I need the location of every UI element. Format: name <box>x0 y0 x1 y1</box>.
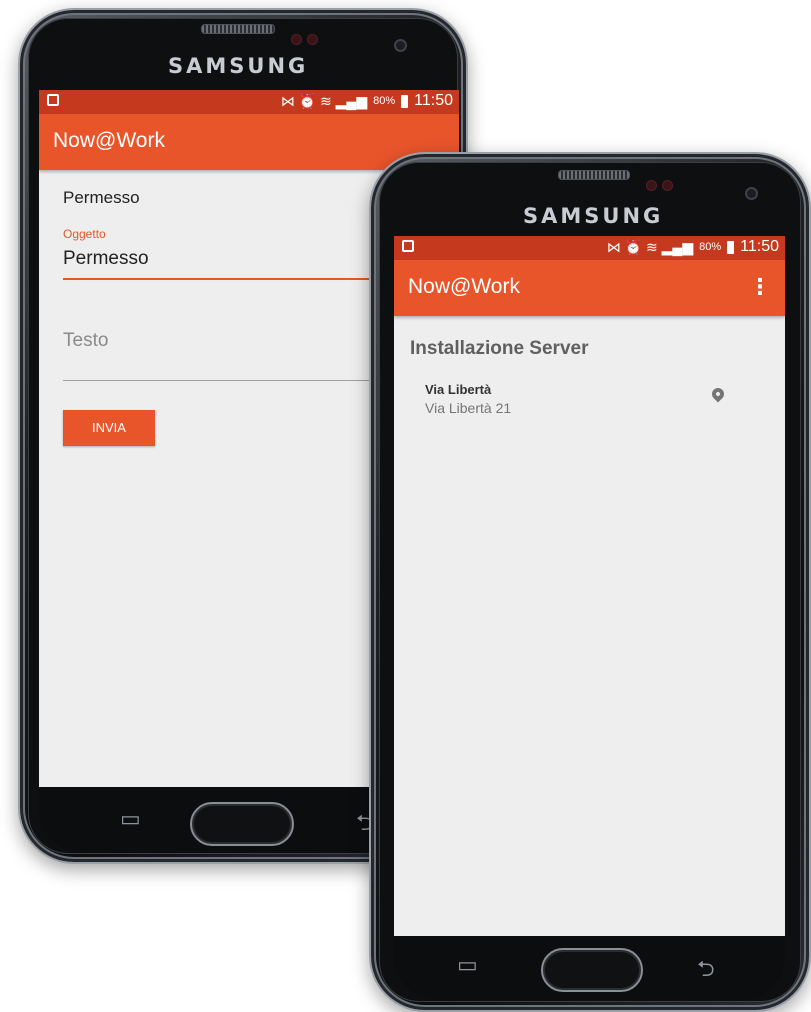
brand-logo: SAMSUNG <box>523 204 664 228</box>
brand-logo: SAMSUNG <box>168 54 309 78</box>
list-item-title: Via Libertà <box>425 382 492 397</box>
proximity-sensor <box>291 34 302 45</box>
battery-percent: 80% <box>373 95 396 107</box>
status-icons: ⋈ ⏰ ≋ ▂▄▆ 80% 11:50 <box>281 92 453 110</box>
status-bar: ⋈ ⏰ ≋ ▂▄▆ 80% 11:50 <box>39 90 459 114</box>
earpiece-speaker <box>201 24 275 34</box>
status-bar: ⋈ ⏰ ≋ ▂▄▆ 80% 11:50 <box>394 236 785 260</box>
front-camera <box>394 39 407 52</box>
earpiece-speaker <box>558 170 630 180</box>
clock: 11:50 <box>414 92 453 109</box>
section-title: Installazione Server <box>410 338 589 359</box>
front-camera <box>745 187 758 200</box>
status-icons: ⋈ ⏰ ≋ ▂▄▆ 80% 11:50 <box>607 238 779 256</box>
light-sensor <box>662 180 673 191</box>
more-vert-icon[interactable]: ⋮ <box>749 274 771 300</box>
battery-percent: 80% <box>699 241 722 253</box>
list-screen: ⋈ ⏰ ≋ ▂▄▆ 80% 11:50 Now@Work ⋮ Installaz… <box>394 236 785 936</box>
clock: 11:50 <box>740 238 779 255</box>
recent-apps-icon[interactable]: ▭ <box>457 952 478 978</box>
home-button[interactable] <box>190 802 294 846</box>
gallery-notification-icon <box>402 240 414 252</box>
text-input[interactable]: Testo <box>63 330 108 352</box>
subject-input[interactable]: Permesso <box>63 248 149 270</box>
app-bar: Now@Work ⋮ <box>394 260 785 316</box>
proximity-sensor <box>646 180 657 191</box>
signal-icons: ⋈ ⏰ ≋ ▂▄▆ <box>280 92 368 109</box>
recent-apps-icon[interactable]: ▭ <box>120 806 141 832</box>
battery-icon <box>727 240 735 254</box>
light-sensor <box>307 34 318 45</box>
app-title: Now@Work <box>408 275 520 298</box>
list-item-subtitle: Via Libertà 21 <box>425 400 512 416</box>
location-pin-icon[interactable] <box>709 385 727 403</box>
app-title: Now@Work <box>53 129 165 152</box>
gallery-notification-icon <box>47 94 59 106</box>
phone-front: SAMSUNG ⋈ ⏰ ≋ ▂▄▆ 80% 11:50 Now@Work ⋮ I… <box>369 152 811 1012</box>
battery-icon <box>401 94 409 108</box>
back-icon[interactable]: ⮌ <box>697 952 715 990</box>
subject-label: Oggetto <box>63 227 106 241</box>
signal-icons: ⋈ ⏰ ≋ ▂▄▆ <box>606 238 694 255</box>
home-button[interactable] <box>541 948 643 992</box>
send-button[interactable]: INVIA <box>63 410 155 446</box>
form-header: Permesso <box>63 188 140 207</box>
